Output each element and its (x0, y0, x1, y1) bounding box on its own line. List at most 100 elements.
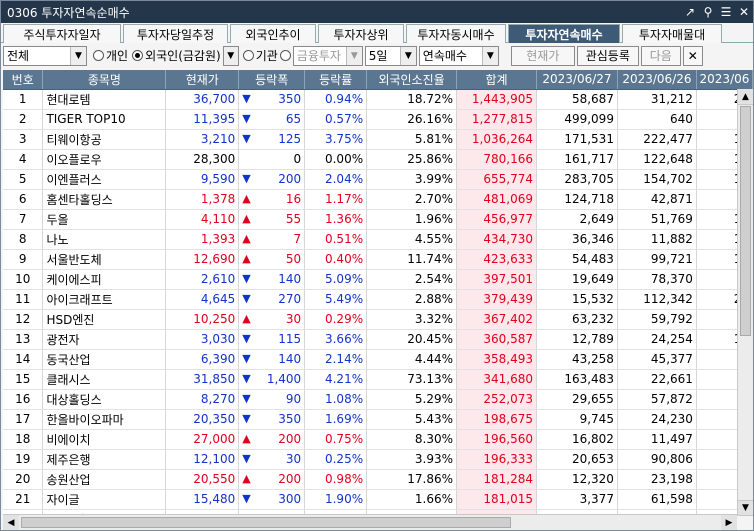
table-row[interactable]: 2 TIGER TOP10 11,395 ▼ 65 0.57% 26.16% 1,277,81… (3, 109, 753, 130)
cell-date-1: 283,705 (536, 169, 618, 190)
cell-change: ▼ 350 (238, 409, 306, 430)
radio-foreign[interactable]: 외국인(금감원) (132, 47, 221, 64)
tab-foreign-trend[interactable]: 외국인추이 (230, 24, 316, 43)
cell-sum: 196,333 (456, 449, 537, 470)
mode-select[interactable]: 연속매수 ▼ (418, 45, 499, 66)
table-row[interactable]: 20 송원산업 20,550 ▲ 200 0.98% 17.86% 181,284 12,320… (3, 469, 753, 490)
cell-name-value: 티웨이항공 (46, 132, 102, 147)
cell-change: 0 (238, 149, 306, 170)
table-row[interactable]: 12 HSD엔진 10,250 ▲ 30 0.29% 3.32% 367,402 63,232 5… (3, 309, 753, 330)
cell-name: 홈센타홀딩스 (42, 189, 167, 210)
vertical-scroll-thumb[interactable] (740, 106, 751, 336)
cell-sum-value: 434,730 (483, 232, 533, 246)
cell-foreign-exhaustion-value: 4.55% (414, 232, 454, 246)
table-row[interactable]: 10 케이에스피 2,610 ▼ 140 5.09% 2.54% 397,501 19,649 7… (3, 269, 753, 290)
triangle-up-icon: ▲ (242, 252, 251, 265)
cell-name: 자이글 (42, 489, 167, 510)
cell-name-value: HSD엔진 (46, 312, 95, 327)
link-icon[interactable]: ↗ (681, 5, 699, 19)
cell-no-value: 2 (18, 112, 27, 126)
col-header-date-3[interactable]: 2023/06 (696, 70, 753, 90)
col-header-date-2[interactable]: 2023/06/26 (617, 70, 697, 90)
cell-foreign-exhaustion-value: 2.70% (414, 192, 454, 206)
table-row[interactable]: 13 광전자 3,030 ▼ 115 3.66% 20.45% 360,587 12,789 24… (3, 329, 753, 350)
tab-investor-simultaneous[interactable]: 투자자동시매수 (406, 24, 506, 43)
pin-icon[interactable]: ⚲ (699, 5, 717, 19)
radio-individual[interactable]: 개인 (93, 47, 128, 64)
tab-investor-top[interactable]: 투자자상위 (318, 24, 404, 43)
col-header-name[interactable]: 종목명 (42, 70, 167, 90)
close-panel-icon[interactable]: ✕ (682, 45, 703, 66)
period-select[interactable]: 5일 ▼ (364, 45, 417, 66)
scroll-left-icon[interactable]: ◀ (3, 515, 19, 530)
table-row[interactable]: 14 동국산업 6,390 ▼ 140 2.14% 4.44% 358,493 43,258 45… (3, 349, 753, 370)
table-row[interactable]: 4 이오플로우 28,300 0 0.00% 25.86% 780,166 161,717 12… (3, 149, 753, 170)
cell-price-value: 28,300 (193, 152, 236, 166)
market-select[interactable]: 전체 ▼ (3, 45, 87, 66)
table-row[interactable]: 5 이엔플러스 9,590 ▼ 200 2.04% 3.99% 655,774 283,705 1… (3, 169, 753, 190)
table-row[interactable]: 8나노1,393▲70.51%4.55%434,73036,34611,8821… (3, 229, 753, 250)
col-header-no[interactable]: 번호 (3, 70, 44, 90)
cell-sum-value: 379,439 (483, 292, 533, 306)
cell-price: 4,645 (165, 289, 240, 310)
tab-investor-volume[interactable]: 투자자매물대 (622, 24, 722, 43)
table-row[interactable]: 17 한올바이오파마 20,350 ▼ 350 1.69% 5.43% 198,675 9,74… (3, 409, 753, 430)
scroll-right-icon[interactable]: ▶ (721, 515, 737, 530)
table-row[interactable]: 19 제주은행 12,100 ▼ 30 0.25% 3.93% 196,333 20,653 90… (3, 449, 753, 470)
cell-date-1-value: 124,718 (564, 192, 614, 206)
radio-institution-type[interactable] (279, 50, 291, 61)
cell-rate: 2.14% (304, 349, 368, 370)
table-row[interactable]: 11 아이크래프트 4,645 ▼ 270 5.49% 2.88% 379,439 15,532… (3, 289, 753, 310)
tab-investor-consecutive[interactable]: 투자자연속매수 (508, 24, 620, 43)
table-row[interactable]: 6 홈센타홀딩스 1,378 ▲ 16 1.17% 2.70% 481,069 124,718 4… (3, 189, 753, 210)
table-row[interactable]: 1 현대로템 36,700 ▼ 350 0.94% 18.72% 1,443,905 58,68… (3, 89, 753, 110)
cell-name-value: 클래시스 (46, 372, 91, 387)
cell-rate: 0.51% (304, 229, 368, 250)
cell-date-1-value: 20,653 (571, 452, 614, 466)
vertical-scrollbar[interactable]: ▲ ▼ (737, 89, 753, 516)
menu-icon[interactable]: ☰ (717, 5, 735, 19)
institution-type-select[interactable]: 금융투자 ▼ (292, 45, 363, 66)
cell-no-value: 6 (18, 192, 27, 206)
table-row[interactable]: 15 클래시스 31,850 ▼ 1,400 4.21% 73.13% 341,680 163,… (3, 369, 753, 390)
close-icon[interactable]: ✕ (735, 5, 753, 19)
cell-change: ▲ 55 (238, 209, 306, 230)
tab-investor-daily[interactable]: 주식투자자일자 (3, 24, 121, 43)
cell-change: ▼ 350 (238, 89, 306, 110)
radio-institution[interactable]: 기관 (242, 47, 278, 64)
watchlist-button[interactable]: 관심등록 (576, 45, 639, 66)
scroll-up-icon[interactable]: ▲ (738, 89, 753, 105)
col-header-change[interactable]: 등락폭 (238, 70, 306, 90)
cell-date-1: 499,099 (536, 109, 618, 130)
current-price-button[interactable]: 현재가 (510, 45, 575, 66)
table-row[interactable]: 18 비에이치 27,000 ▲ 200 0.75% 8.30% 196,560 16,802 1… (3, 429, 753, 450)
table-row[interactable]: 21 자이글 15,480 ▼ 300 1.90% 1.66% 181,015 3,377 61,… (3, 489, 753, 510)
col-header-price[interactable]: 현재가 (165, 70, 240, 90)
tab-investor-estimate[interactable]: 투자자당일추정 (123, 24, 228, 43)
col-header-foreign-exhaustion[interactable]: 외국인소진율 (366, 70, 458, 90)
table-row[interactable]: 3 티웨이항공 3,210 ▼ 125 3.75% 5.81% 1,036,264 171,53… (3, 129, 753, 150)
col-header-sum[interactable]: 합계 (456, 70, 537, 90)
table-row[interactable]: 16 대상홀딩스 8,270 ▼ 90 1.08% 5.29% 252,073 29,655 57… (3, 389, 753, 410)
cell-date-2-value: 57,872 (650, 392, 693, 406)
title-bar: 0306 투자자연속순매수 ↗ ⚲ ☰ ✕ (1, 1, 753, 23)
cell-price: 31,850 (165, 369, 240, 390)
cell-rate-value: 0.75% (324, 432, 364, 446)
cell-no-value: 18 (15, 432, 31, 446)
horizontal-scroll-thumb[interactable] (21, 517, 511, 528)
scroll-down-icon[interactable]: ▼ (738, 500, 753, 516)
cell-name-value: 제주은행 (46, 452, 91, 467)
cell-date-2-value: 122,648 (643, 152, 693, 166)
cell-no: 7 (3, 209, 44, 230)
cell-rate-value: 0.94% (324, 92, 364, 106)
radio-circle-icon (279, 50, 291, 61)
chevron-down-icon[interactable]: ▼ (222, 45, 239, 66)
table-row[interactable]: 7두올4,110▲551.36%1.96%456,9772,64951,7691… (3, 209, 753, 230)
horizontal-scrollbar[interactable]: ◀ ▶ (3, 514, 737, 530)
cell-date-1-value: 12,320 (571, 472, 614, 486)
cell-change-value: 200 (278, 472, 302, 486)
next-button[interactable]: 다음 (640, 45, 681, 66)
table-row[interactable]: 9 서울반도체 12,690 ▲ 50 0.40% 11.74% 423,633 54,483 9… (3, 249, 753, 270)
col-header-date-1[interactable]: 2023/06/27 (536, 70, 618, 90)
col-header-rate[interactable]: 등락률 (304, 70, 368, 90)
